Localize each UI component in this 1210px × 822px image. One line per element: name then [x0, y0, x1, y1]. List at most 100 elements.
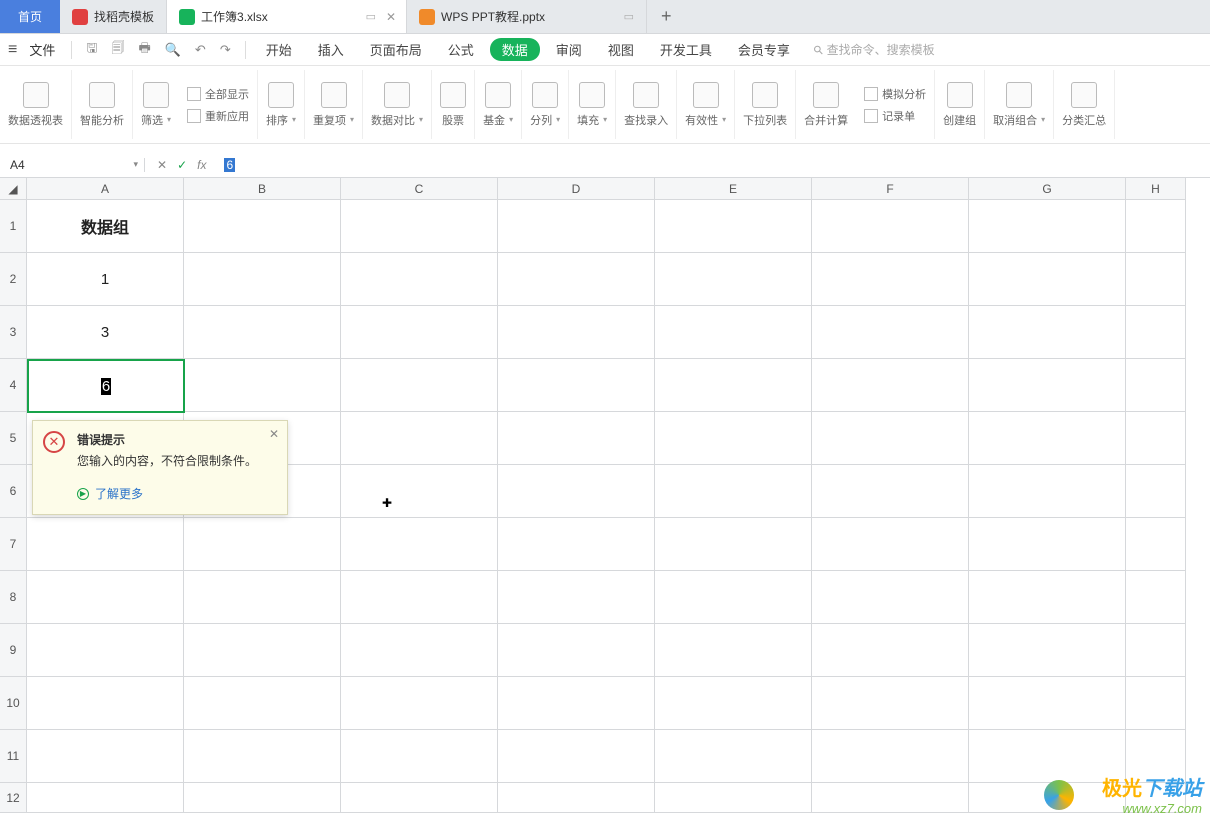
btn-ungroup[interactable]: 取消组合 [985, 70, 1054, 139]
menu-dev[interactable]: 开发工具 [650, 40, 722, 59]
print-icon[interactable]: 🖶 [134, 39, 154, 61]
file-menu[interactable]: 文件 [29, 40, 55, 59]
menu-layout[interactable]: 页面布局 [360, 40, 432, 59]
name-box[interactable]: A4 [0, 158, 145, 172]
ungroup-icon [1006, 82, 1032, 108]
btn-record[interactable]: 记录单 [864, 108, 926, 124]
tab-template[interactable]: 找稻壳模板 [60, 0, 167, 33]
subtotal-icon [1071, 82, 1097, 108]
btn-compare[interactable]: 数据对比 [363, 70, 432, 139]
col-header[interactable]: F [812, 178, 969, 200]
findentry-icon [633, 82, 659, 108]
sheet-icon [179, 9, 195, 25]
row-header[interactable]: 4 [0, 359, 27, 412]
watermark: 极光下载站 www.xz7.com [1102, 772, 1202, 816]
sort-icon [268, 82, 294, 108]
row-header[interactable]: 12 [0, 783, 27, 813]
fill-icon [579, 82, 605, 108]
row-header[interactable]: 1 [0, 200, 27, 253]
validation-error-tooltip: ✕ ✕ 错误提示 您输入的内容，不符合限制条件。 ▶了解更多 [32, 420, 288, 515]
redo-icon[interactable]: ↷ [216, 42, 235, 58]
command-search[interactable]: 查找命令、搜索模板 [814, 41, 935, 58]
fx-icon[interactable]: fx [197, 158, 206, 172]
btn-findentry[interactable]: 查找录入 [616, 70, 677, 139]
dup-icon [321, 82, 347, 108]
col-header[interactable]: A [27, 178, 184, 200]
col-header[interactable]: B [184, 178, 341, 200]
menu-member[interactable]: 会员专享 [728, 40, 800, 59]
window-icon[interactable]: ▭ [366, 10, 376, 23]
btn-fill[interactable]: 填充 [569, 70, 616, 139]
cell[interactable]: 1 [27, 253, 184, 306]
btn-pivot[interactable]: 数据透视表 [0, 70, 72, 139]
menu-formula[interactable]: 公式 [438, 40, 484, 59]
btn-subtotal[interactable]: 分类汇总 [1054, 70, 1115, 139]
docer-icon [72, 9, 88, 25]
btn-sort[interactable]: 排序 [258, 70, 305, 139]
learn-more-link[interactable]: ▶了解更多 [77, 485, 275, 502]
menu-view[interactable]: 视图 [598, 40, 644, 59]
btn-fund[interactable]: 基金 [475, 70, 522, 139]
btn-split[interactable]: 分列 [522, 70, 569, 139]
hamburger-icon[interactable]: ≡ [8, 41, 17, 59]
close-icon[interactable]: ✕ [386, 10, 396, 24]
row-header[interactable]: 8 [0, 571, 27, 624]
cell[interactable]: 数据组 [27, 200, 184, 253]
cell[interactable]: 3 [27, 306, 184, 359]
error-title: 错误提示 [77, 431, 275, 448]
ribbon: 数据透视表 智能分析 筛选 全部显示 重新应用 排序 重复项 数据对比 股票 基… [0, 66, 1210, 144]
pivot-icon [23, 82, 49, 108]
col-header[interactable]: E [655, 178, 812, 200]
saveas-icon[interactable]: 🗐 [107, 39, 128, 61]
cursor-cross-icon: ✚ [382, 496, 392, 510]
tab-ppt[interactable]: WPS PPT教程.pptx ▭ [407, 0, 647, 33]
save-icon[interactable]: 🖫 [82, 39, 101, 61]
row-header[interactable]: 2 [0, 253, 27, 306]
confirm-icon[interactable]: ✓ [177, 158, 187, 172]
col-header[interactable]: G [969, 178, 1126, 200]
tab-workbook[interactable]: 工作簿3.xlsx ▭ ✕ [167, 0, 407, 33]
btn-consolidate[interactable]: 合并计算 [796, 70, 856, 139]
menu-bar: ≡ 文件 🖫 🗐 🖶 🔍 ↶ ↷ 开始 插入 页面布局 公式 数据 审阅 视图 … [0, 34, 1210, 66]
row-header[interactable]: 7 [0, 518, 27, 571]
btn-reapply[interactable]: 重新应用 [187, 108, 249, 124]
preview-icon[interactable]: 🔍 [161, 42, 185, 58]
cancel-icon[interactable]: ✕ [157, 158, 167, 172]
btn-stock[interactable]: 股票 [432, 70, 475, 139]
formula-bar: A4 ✕ ✓ fx 6 [0, 152, 1210, 178]
tab-home[interactable]: 首页 [0, 0, 60, 33]
menu-review[interactable]: 审阅 [546, 40, 592, 59]
split-icon [532, 82, 558, 108]
col-header[interactable]: C [341, 178, 498, 200]
btn-group[interactable]: 创建组 [935, 70, 985, 139]
undo-icon[interactable]: ↶ [191, 42, 210, 58]
btn-filter[interactable]: 筛选 [133, 70, 179, 139]
add-tab-button[interactable]: + [647, 0, 686, 33]
window-icon[interactable]: ▭ [624, 10, 634, 23]
btn-showall[interactable]: 全部显示 [187, 86, 249, 102]
row-header[interactable]: 5 [0, 412, 27, 465]
row-header[interactable]: 6 [0, 465, 27, 518]
logo-swirl-icon [1044, 780, 1074, 810]
btn-smart[interactable]: 智能分析 [72, 70, 133, 139]
title-tabs: 首页 找稻壳模板 工作簿3.xlsx ▭ ✕ WPS PPT教程.pptx ▭ … [0, 0, 1210, 34]
menu-data[interactable]: 数据 [490, 38, 540, 61]
select-all-corner[interactable]: ◢ [0, 178, 27, 200]
col-header[interactable]: D [498, 178, 655, 200]
row-header[interactable]: 10 [0, 677, 27, 730]
row-header[interactable]: 3 [0, 306, 27, 359]
row-header[interactable]: 9 [0, 624, 27, 677]
btn-validation[interactable]: 有效性 [677, 70, 735, 139]
row-header[interactable]: 11 [0, 730, 27, 783]
menu-start[interactable]: 开始 [256, 40, 302, 59]
valid-icon [693, 82, 719, 108]
stock-icon [440, 82, 466, 108]
formula-input[interactable]: 6 [218, 158, 1210, 172]
active-cell-editor[interactable]: 6 [27, 359, 185, 413]
col-header[interactable]: H [1126, 178, 1186, 200]
menu-insert[interactable]: 插入 [308, 40, 354, 59]
btn-dup[interactable]: 重复项 [305, 70, 363, 139]
btn-whatif[interactable]: 模拟分析 [864, 86, 926, 102]
close-icon[interactable]: ✕ [269, 427, 279, 441]
btn-dropdown[interactable]: 下拉列表 [735, 70, 796, 139]
